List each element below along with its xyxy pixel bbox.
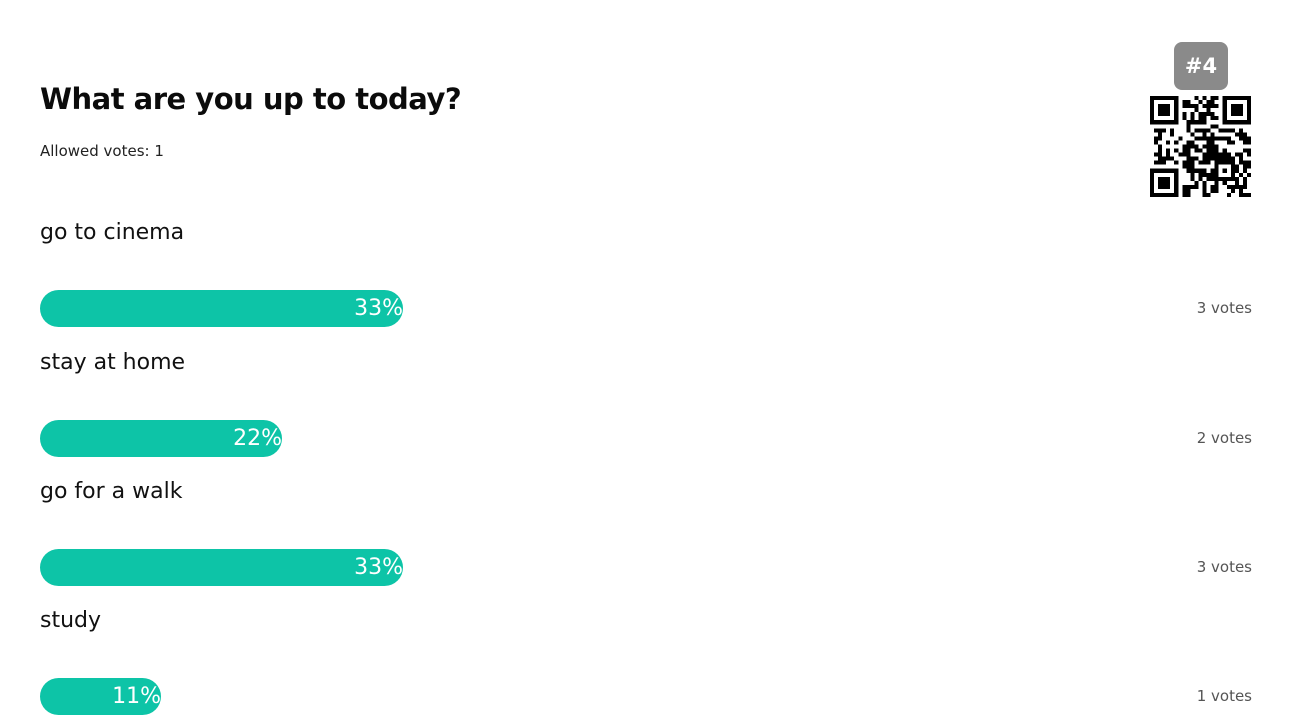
result-bar-fill: [40, 549, 403, 586]
result-percent: 33%: [354, 555, 403, 580]
poll-option: study 11% 1 votes: [40, 608, 1252, 715]
poll-option: go for a walk 33% 3 votes: [40, 479, 1252, 586]
vote-count: 3 votes: [1196, 558, 1252, 576]
poll-number-badge: #4: [1174, 42, 1228, 90]
poll-option: stay at home 22% 2 votes: [40, 350, 1252, 457]
option-label: go to cinema: [40, 220, 185, 245]
vote-count: 1 votes: [1196, 687, 1252, 705]
result-bar: 22%: [40, 420, 1140, 457]
vote-count: 3 votes: [1196, 299, 1252, 317]
qr-code-icon: [1150, 96, 1251, 197]
result-bar: 11%: [40, 678, 1140, 715]
allowed-votes-text: Allowed votes: 1: [40, 142, 164, 160]
result-percent: 22%: [233, 426, 282, 451]
result-bar: 33%: [40, 290, 1140, 327]
poll-option: go to cinema 33% 3 votes: [40, 220, 1252, 327]
option-label: study: [40, 608, 102, 633]
result-bar-fill: [40, 290, 403, 327]
result-percent: 33%: [354, 296, 403, 321]
result-bar: 33%: [40, 549, 1140, 586]
vote-count: 2 votes: [1196, 429, 1252, 447]
option-label: go for a walk: [40, 479, 183, 504]
poll-title: What are you up to today?: [40, 82, 462, 116]
result-percent: 11%: [112, 684, 161, 709]
option-label: stay at home: [40, 350, 186, 375]
